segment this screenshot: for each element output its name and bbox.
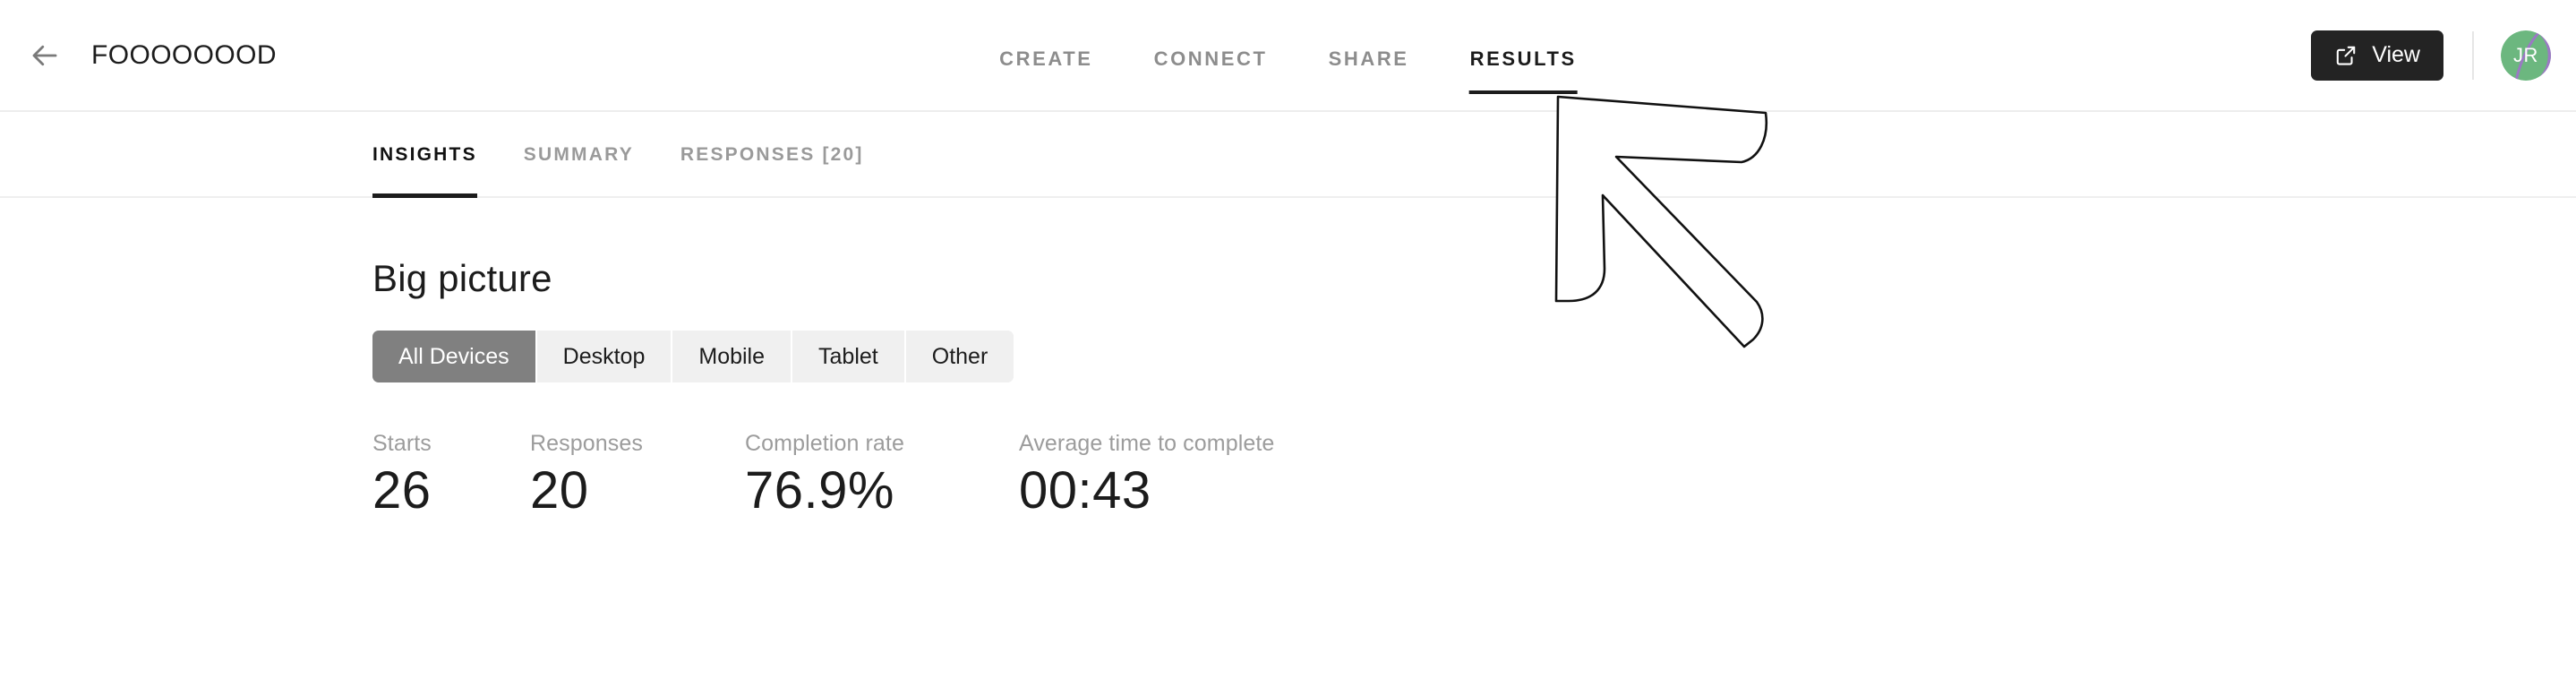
sub-tab-responses[interactable]: RESPONSES [20] [680, 110, 864, 198]
back-button[interactable] [21, 32, 68, 79]
external-link-icon [2334, 44, 2358, 67]
stats-row: Starts 26 Responses 20 Completion rate 7… [372, 431, 2576, 520]
section-title: Big picture [372, 257, 552, 299]
device-filter-segmented-control: All Devices Desktop Mobile Tablet Other [372, 331, 1014, 382]
page-title: FOOOOOOOD [91, 39, 277, 70]
stat-average-time-to-complete: Average time to complete 00:43 [1019, 431, 1274, 520]
device-option-desktop[interactable]: Desktop [535, 331, 672, 382]
avatar[interactable]: JR [2501, 30, 2551, 81]
main-content: Big picture All Devices Desktop Mobile T… [0, 257, 2576, 520]
nav-tab-share[interactable]: SHARE [1327, 42, 1411, 71]
stat-label: Average time to complete [1019, 431, 1275, 456]
header-actions: View JR [2311, 30, 2551, 81]
stat-completion-rate: Completion rate 76.9% [745, 431, 1019, 520]
arrow-left-icon [29, 39, 61, 72]
nav-tab-connect[interactable]: CONNECT [1152, 42, 1270, 71]
device-option-mobile[interactable]: Mobile [671, 331, 792, 382]
view-button-label: View [2372, 42, 2420, 67]
stat-responses: Responses 20 [530, 431, 745, 520]
stat-label: Starts [372, 431, 432, 456]
stat-value: 26 [372, 461, 432, 520]
sub-tabbar: INSIGHTS SUMMARY RESPONSES [20] [0, 112, 2576, 198]
device-option-all-devices[interactable]: All Devices [372, 331, 535, 382]
header-divider [2472, 30, 2474, 80]
sub-tab-summary[interactable]: SUMMARY [524, 110, 634, 198]
stat-value: 00:43 [1019, 461, 1151, 520]
stat-value: 76.9% [745, 461, 894, 520]
stat-label: Completion rate [745, 431, 904, 456]
stat-value: 20 [530, 461, 589, 520]
device-option-tablet[interactable]: Tablet [791, 331, 904, 382]
stat-label: Responses [530, 431, 643, 456]
nav-tab-create[interactable]: CREATE [997, 42, 1094, 71]
primary-nav: CREATE CONNECT SHARE RESULTS [997, 0, 1579, 112]
sub-tab-insights[interactable]: INSIGHTS [372, 110, 477, 198]
device-option-other[interactable]: Other [903, 331, 1014, 382]
stat-starts: Starts 26 [372, 431, 530, 520]
nav-tab-results[interactable]: RESULTS [1468, 42, 1579, 94]
app-header: FOOOOOOOD CREATE CONNECT SHARE RESULTS V… [0, 0, 2576, 112]
view-button[interactable]: View [2311, 30, 2443, 81]
avatar-initials: JR [2513, 43, 2538, 66]
